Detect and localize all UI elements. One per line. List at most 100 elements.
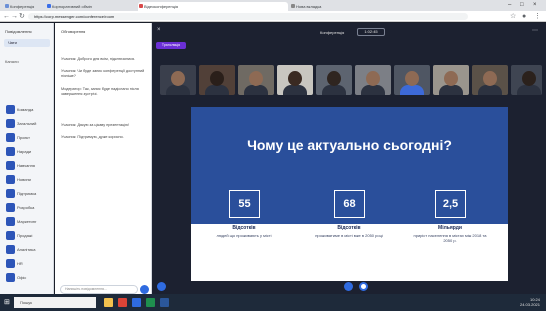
participant-video[interactable] [199,65,235,95]
channel-item[interactable]: HR [2,257,52,271]
channel-avatar-icon [6,273,15,282]
stat-description: людей що проживають у місті [216,233,272,238]
tab-favicon-icon [47,4,51,8]
participant-avatar [322,85,346,95]
channel-item[interactable]: Підтримка [2,187,52,201]
participant-video[interactable] [355,65,391,95]
chat-toggle-icon[interactable] [157,282,166,291]
stat-value-box: 68 [334,190,365,218]
more-options-icon[interactable]: ⋯ [532,27,538,34]
participant-video[interactable] [433,65,469,95]
channel-avatar-icon [6,175,15,184]
chat-message: Учасник: Чи буде запис конференції досту… [61,69,145,78]
channel-item[interactable]: Навчання [2,159,52,173]
channel-avatar-icon [6,203,15,212]
chat-message: Учасник: Дякую за цікаву презентацію! [61,123,130,127]
conference-timer: 1:02:45 [357,28,385,36]
minimize-icon[interactable]: – [508,1,511,9]
document-app-icon[interactable] [160,298,169,307]
channel-item[interactable]: Розробка [2,201,52,215]
bookmark-star-icon[interactable]: ☆ [510,12,516,21]
chrome-browser-icon[interactable] [118,298,127,307]
messenger-sidebar: Повідомлення Чати Канали Команда Загальн… [0,23,54,294]
channel-avatar-icon [6,189,15,198]
channel-avatar-icon [6,147,15,156]
channel-item[interactable]: Аналітика [2,243,52,257]
participant-avatar [210,71,224,86]
participant-avatar [522,71,536,86]
chat-panel: Обговорення Учасник: Доброго дня всім, п… [55,23,152,294]
close-window-icon[interactable]: × [533,1,537,9]
reload-icon[interactable]: ↻ [19,12,25,21]
channel-item[interactable]: Наради [2,145,52,159]
messenger-app-icon[interactable] [132,298,141,307]
browser-tab[interactable]: Корпоративний обмін [46,2,136,11]
participant-avatar [478,85,502,95]
windows-start-icon[interactable]: ⊞ [4,299,10,306]
participant-strip [160,65,542,95]
browser-tab-active[interactable]: Відеоконференція [138,2,288,11]
address-bar[interactable]: https://corp.messenger.com/conference/ro… [28,13,468,20]
participant-video[interactable] [394,65,430,95]
participant-avatar [327,71,341,86]
chat-title: Обговорення [61,29,86,34]
tab-favicon-icon [139,4,143,8]
chat-message: Учасник: Підтримую, дуже корисно. [61,135,124,139]
conference-title: Конференція [320,30,345,35]
channel-avatar-icon [6,105,15,114]
participant-avatar [249,71,263,86]
browser-toolbar: ← → ↻ https://corp.messenger.com/confere… [0,11,546,22]
participant-video[interactable] [472,65,508,95]
channel-list: Команда Загальний Проєкт Наради Навчання… [2,103,52,285]
taskbar-search-input[interactable]: Пошук [14,297,96,308]
browser-tab[interactable]: Конференція [4,2,44,11]
chat-message-input[interactable]: Напишіть повідомлення... [60,285,138,294]
spreadsheet-app-icon[interactable] [146,298,155,307]
channel-item[interactable]: Проєкт [2,131,52,145]
channel-item[interactable]: Офіс [2,271,52,285]
participant-avatar [444,71,458,86]
channel-avatar-icon [6,231,15,240]
participant-video[interactable] [511,65,542,95]
channel-item[interactable]: Продажі [2,229,52,243]
participant-avatar [366,71,380,86]
participant-avatar [244,85,268,95]
channel-item[interactable]: Новини [2,173,52,187]
maximize-icon[interactable]: □ [520,1,524,9]
broadcast-badge: Трансляція [156,42,186,49]
browser-tab[interactable]: Нова вкладка [290,2,330,11]
tab-favicon-icon [291,4,295,8]
microphone-icon[interactable] [344,282,353,291]
tray-date: 24.03.2021 [519,302,540,307]
stat-description: приріст населення в містах між 2018 та 2… [413,233,487,243]
close-icon[interactable]: × [157,27,161,33]
channel-item[interactable]: Команда [2,103,52,117]
stat-description: проживатиме в місті вже в 2050 році [315,233,383,238]
channel-item[interactable]: Маркетинг [2,215,52,229]
participant-avatar [517,85,541,95]
participant-video[interactable] [238,65,274,95]
browser-menu-icon[interactable]: ⋮ [534,12,541,21]
back-icon[interactable]: ← [3,12,10,21]
system-tray-clock[interactable]: 10:24 24.03.2021 [520,297,540,307]
participant-video[interactable] [316,65,352,95]
participant-avatar [205,85,229,95]
stat-value-box: 55 [229,190,260,218]
send-icon[interactable] [140,285,149,294]
channel-avatar-icon [6,161,15,170]
file-explorer-icon[interactable] [104,298,113,307]
channel-avatar-icon [6,259,15,268]
channel-item[interactable]: Загальний [2,117,52,131]
os-taskbar: ⊞ Пошук 10:24 24.03.2021 [0,294,546,311]
profile-icon[interactable]: ● [522,12,526,21]
chat-message: Учасник: Доброго дня всім, підключилися. [61,57,136,61]
stat-unit: Мільярди [438,225,462,231]
participant-avatar [439,85,463,95]
forward-icon[interactable]: → [11,12,18,21]
participant-video[interactable] [277,65,313,95]
channel-avatar-icon [6,119,15,128]
stat-value-box: 2,5 [435,190,466,218]
sidebar-item-active[interactable]: Чати [4,39,50,47]
camera-icon[interactable] [359,282,368,291]
participant-video[interactable] [160,65,196,95]
